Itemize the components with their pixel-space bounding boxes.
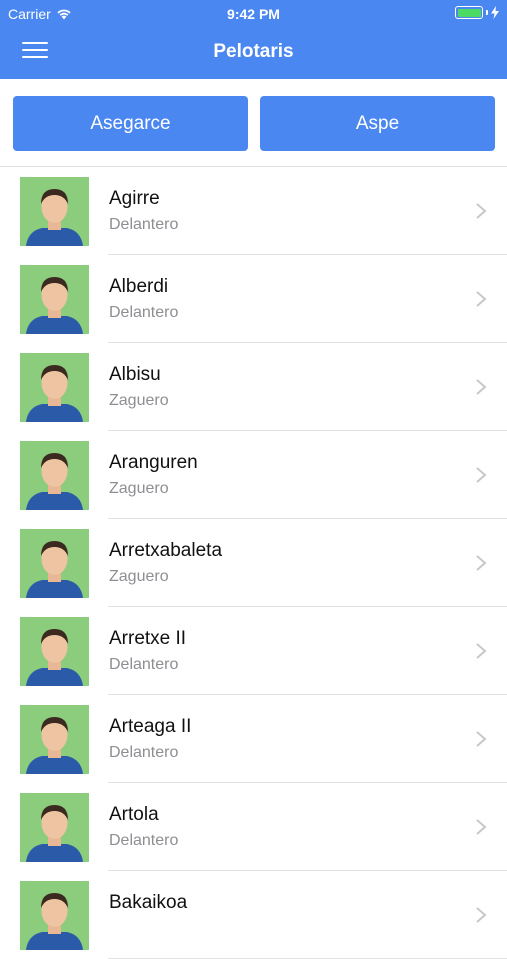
player-avatar xyxy=(20,617,89,686)
player-row[interactable]: Aranguren Zaguero xyxy=(0,431,507,519)
player-row[interactable]: Artola Delantero xyxy=(0,783,507,871)
player-row[interactable]: Arretxe II Delantero xyxy=(0,607,507,695)
player-row[interactable]: Arteaga II Delantero xyxy=(0,695,507,783)
player-row[interactable]: Albisu Zaguero xyxy=(0,343,507,431)
player-avatar xyxy=(20,529,89,598)
player-name: Agirre xyxy=(109,188,160,209)
player-position: Zaguero xyxy=(109,392,169,409)
team-button-asegarce[interactable]: Asegarce xyxy=(13,96,248,151)
player-name: Arretxe II xyxy=(109,628,187,649)
player-avatar xyxy=(20,705,89,774)
player-avatar xyxy=(20,881,89,950)
player-name: Bakaikoa xyxy=(109,892,188,913)
player-name: Artola xyxy=(109,804,159,825)
page-title: Pelotaris xyxy=(213,41,294,62)
app-header: Carrier 9:42 PM Pelotaris xyxy=(0,0,507,79)
player-name: Arretxabaleta xyxy=(109,540,223,561)
status-time: 9:42 PM xyxy=(227,6,280,22)
player-position: Delantero xyxy=(109,656,179,673)
player-avatar xyxy=(20,793,89,862)
player-name: Arteaga II xyxy=(109,716,192,737)
chevron-right-icon xyxy=(475,906,487,924)
navigation-bar: Pelotaris xyxy=(0,28,507,79)
player-list: Agirre Delantero Alberdi Delantero Albisu Z… xyxy=(0,167,507,959)
battery-indicator xyxy=(455,6,499,19)
chevron-right-icon xyxy=(475,290,487,308)
chevron-right-icon xyxy=(475,554,487,572)
player-avatar xyxy=(20,265,89,334)
chevron-right-icon xyxy=(475,730,487,748)
player-position: Delantero xyxy=(109,304,179,321)
charging-bolt-icon xyxy=(491,6,499,19)
player-avatar xyxy=(20,177,89,246)
player-position: Delantero xyxy=(109,744,179,761)
player-position: Zaguero xyxy=(109,480,169,497)
chevron-right-icon xyxy=(475,202,487,220)
chevron-right-icon xyxy=(475,818,487,836)
player-row[interactable]: Alberdi Delantero xyxy=(0,255,507,343)
player-name: Alberdi xyxy=(109,276,169,297)
player-position: Zaguero xyxy=(109,568,169,585)
player-avatar xyxy=(20,353,89,422)
player-row[interactable]: Bakaikoa xyxy=(0,871,507,959)
player-name: Aranguren xyxy=(109,452,198,473)
team-selector: Asegarce Aspe xyxy=(13,96,495,151)
player-name: Albisu xyxy=(109,364,161,385)
team-button-aspe[interactable]: Aspe xyxy=(260,96,495,151)
battery-icon xyxy=(455,6,483,19)
player-position: Delantero xyxy=(109,216,179,233)
player-row[interactable]: Agirre Delantero xyxy=(0,167,507,255)
player-row[interactable]: Arretxabaleta Zaguero xyxy=(0,519,507,607)
chevron-right-icon xyxy=(475,378,487,396)
status-bar: Carrier 9:42 PM xyxy=(0,0,507,28)
chevron-right-icon xyxy=(475,466,487,484)
player-position: Delantero xyxy=(109,832,179,849)
chevron-right-icon xyxy=(475,642,487,660)
player-avatar xyxy=(20,441,89,510)
